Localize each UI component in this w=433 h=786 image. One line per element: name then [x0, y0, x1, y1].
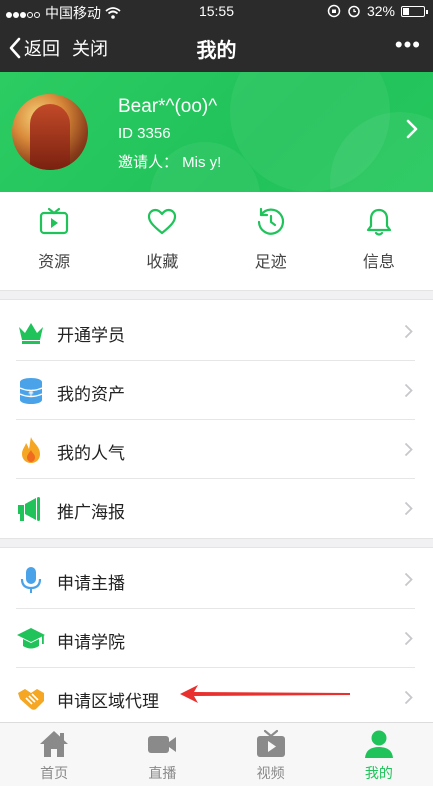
tab-label: 直播	[148, 765, 177, 781]
quick-action-label: 信息	[362, 254, 395, 271]
menu-item-label: 我的资产	[57, 385, 125, 404]
menu-item-promo-poster[interactable]: 推广海报	[0, 479, 433, 538]
chevron-right-icon	[404, 442, 413, 457]
history-icon	[257, 207, 284, 235]
chevron-right-icon	[406, 119, 418, 139]
quick-action-resources[interactable]: 资源	[0, 192, 108, 288]
menu-item-my-popularity[interactable]: 我的人气	[0, 420, 433, 479]
alarm-icon	[348, 5, 360, 18]
profile-header[interactable]: Bear*^(oo)^ ID 3356 邀请人： Mis y!	[0, 72, 433, 192]
menu-item-my-assets[interactable]: ¥ 我的资产	[0, 361, 433, 420]
tab-label: 视频	[256, 765, 285, 781]
bottom-tab-bar: 首页 直播 视频 我的	[0, 722, 433, 786]
status-bar: 中国移动 15:55 32%	[0, 0, 433, 22]
coins-icon: ¥	[19, 378, 43, 404]
navigation-bar: 返回 关闭 我的 •••	[0, 22, 433, 72]
menu-item-label: 开通学员	[57, 326, 125, 345]
play-tv-icon	[256, 729, 285, 757]
tv-icon	[40, 207, 69, 235]
quick-action-label: 收藏	[146, 254, 179, 271]
section-divider	[0, 290, 433, 300]
fire-icon	[22, 437, 40, 463]
rotation-lock-icon	[327, 4, 341, 18]
menu-item-apply-academy[interactable]: 申请学院	[0, 609, 433, 668]
svg-text:¥: ¥	[28, 389, 34, 399]
profile-id: ID 3356	[118, 125, 171, 142]
chevron-right-icon	[404, 631, 413, 646]
quick-actions: 资源 收藏 足迹 信息	[0, 192, 433, 288]
tab-mine[interactable]: 我的	[325, 723, 433, 786]
microphone-icon	[20, 567, 42, 593]
profile-name: Bear*^(oo)^	[118, 96, 218, 117]
bell-icon	[366, 208, 391, 236]
tab-live[interactable]: 直播	[108, 723, 216, 786]
user-icon	[364, 730, 393, 758]
quick-action-label: 足迹	[254, 254, 287, 271]
menu-item-label: 我的人气	[57, 444, 125, 463]
menu-item-apply-streamer[interactable]: 申请主播	[0, 550, 433, 609]
menu-item-label: 推广海报	[57, 503, 125, 522]
avatar[interactable]	[12, 94, 88, 170]
quick-action-messages[interactable]: 信息	[325, 192, 433, 288]
chevron-right-icon	[404, 501, 413, 516]
tab-label: 我的	[364, 765, 393, 781]
tab-video[interactable]: 视频	[217, 723, 325, 786]
chevron-right-icon	[404, 383, 413, 398]
quick-action-favorites[interactable]: 收藏	[108, 192, 216, 288]
home-icon	[40, 731, 69, 757]
graduation-cap-icon	[17, 628, 45, 649]
menu-item-label: 申请学院	[57, 633, 125, 652]
page-title: 我的	[196, 40, 237, 62]
chevron-right-icon	[404, 324, 413, 339]
profile-inviter: 邀请人： Mis y!	[118, 154, 222, 171]
annotation-arrow-icon	[180, 685, 350, 703]
crown-icon	[19, 323, 43, 344]
more-options-button[interactable]: •••	[395, 32, 421, 58]
menu-item-open-membership[interactable]: 开通学员	[0, 302, 433, 361]
menu-item-label: 申请主播	[57, 574, 125, 593]
battery-icon	[401, 5, 428, 17]
menu-item-label: 申请区域代理	[57, 692, 159, 711]
handshake-icon	[18, 689, 44, 710]
section-divider	[0, 538, 433, 548]
tab-home[interactable]: 首页	[0, 723, 108, 786]
megaphone-icon	[18, 497, 40, 521]
heart-icon	[148, 208, 177, 235]
quick-action-history[interactable]: 足迹	[217, 192, 325, 288]
chevron-right-icon	[404, 690, 413, 705]
chevron-right-icon	[404, 572, 413, 587]
quick-action-label: 资源	[38, 254, 71, 271]
tab-label: 首页	[40, 765, 69, 781]
battery-percent: 32%	[366, 3, 395, 19]
video-camera-icon	[148, 736, 177, 753]
